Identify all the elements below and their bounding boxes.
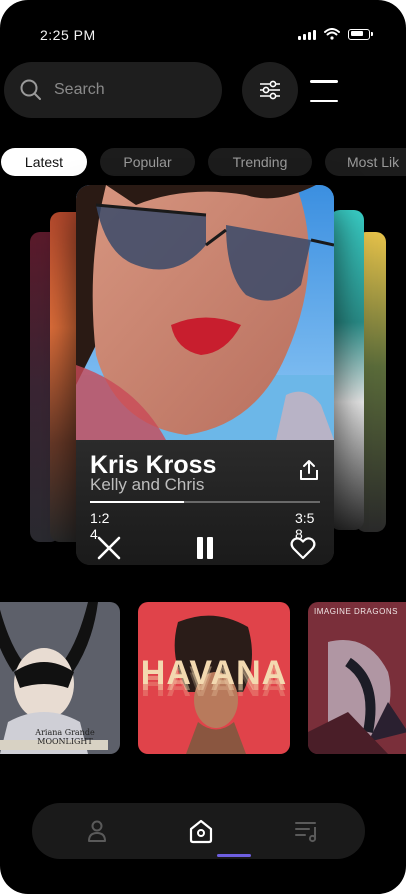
wifi-icon: [324, 28, 340, 40]
carousel-card-right[interactable]: [330, 210, 364, 530]
signal-icon: [298, 29, 316, 40]
album-card-moonlight[interactable]: Ariana Grande MOONLIGHT: [0, 602, 120, 754]
status-time: 2:25 PM: [40, 27, 96, 43]
close-icon[interactable]: [96, 535, 122, 561]
home-icon[interactable]: [187, 817, 215, 845]
category-tabs: Latest Popular Trending Most Lik: [0, 148, 406, 176]
search-icon: [20, 79, 41, 100]
album-cover-art: [76, 185, 334, 440]
song-artist: Kelly and Chris: [90, 475, 205, 494]
tab-trending[interactable]: Trending: [208, 148, 312, 176]
album-card-imagine-dragons[interactable]: IMAGINE DRAGONS: [308, 602, 406, 754]
nav-active-indicator: [217, 854, 251, 857]
progress-bar[interactable]: [90, 501, 320, 503]
pause-icon[interactable]: [192, 535, 218, 561]
profile-icon[interactable]: [83, 817, 111, 845]
album-art-imagine-dragons: [308, 602, 406, 754]
search-input[interactable]: Search: [4, 62, 222, 118]
battery-icon: [348, 28, 373, 40]
album-cover-text-imagine-dragons: IMAGINE DRAGONS: [314, 607, 398, 616]
share-icon[interactable]: [298, 459, 320, 481]
search-placeholder: Search: [54, 81, 105, 98]
now-playing-card[interactable]: Kris Kross Kelly and Chris 1:24 3:58: [76, 185, 334, 565]
menu-icon[interactable]: [310, 80, 338, 102]
tab-popular[interactable]: Popular: [100, 148, 195, 176]
playlist-icon[interactable]: [293, 817, 321, 845]
progress-fill: [90, 501, 185, 503]
sliders-icon: [260, 80, 280, 100]
phone-screen: 2:25 PM Search Latest Popular Trending M…: [0, 0, 406, 894]
status-icons: [298, 28, 373, 40]
tab-most-liked[interactable]: Most Lik: [325, 148, 406, 176]
album-card-havana[interactable]: HAVANA: [138, 602, 290, 754]
tab-latest[interactable]: Latest: [1, 148, 87, 176]
bottom-nav: [32, 803, 365, 859]
album-cover-text-moonlight: Ariana Grande MOONLIGHT: [35, 728, 95, 746]
album-cover-text-havana: HAVANA: [140, 654, 288, 692]
filter-button[interactable]: [242, 62, 298, 118]
heart-icon[interactable]: [290, 535, 316, 561]
